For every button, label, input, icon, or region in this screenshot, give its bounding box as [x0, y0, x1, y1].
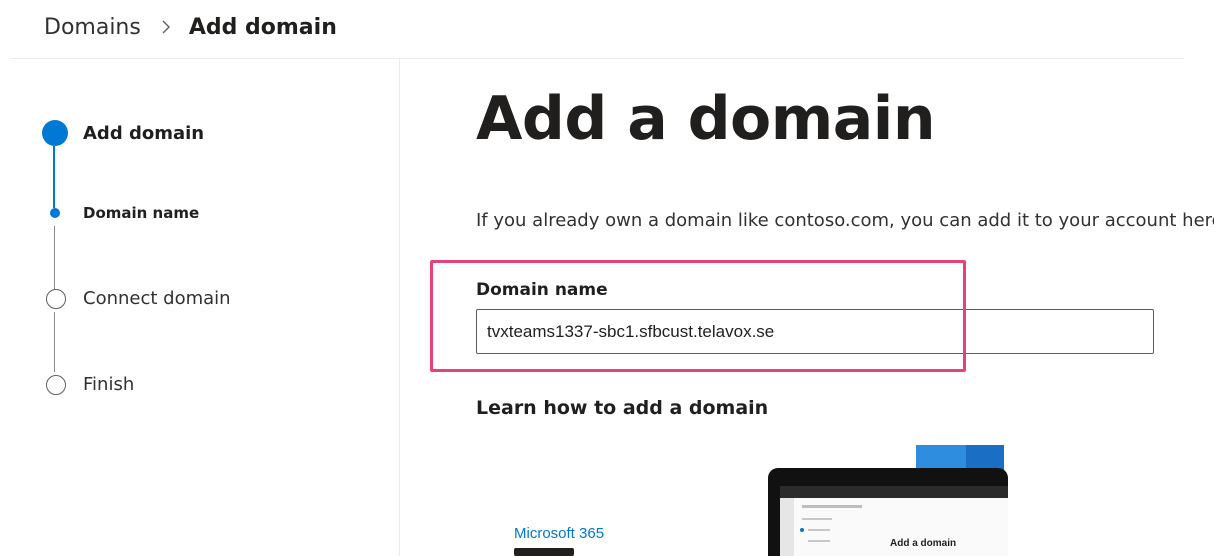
sidebar-divider: [399, 58, 400, 556]
page: Domains Add domain Add domain Domain nam…: [0, 0, 1214, 556]
step-domain-name[interactable]: Domain name: [40, 204, 199, 222]
video-thumbnail[interactable]: Add a domain: [768, 468, 1008, 556]
domain-name-input[interactable]: [476, 309, 1154, 354]
step-add-domain[interactable]: Add domain: [40, 120, 204, 146]
intro-text: If you already own a domain like contoso…: [476, 210, 1214, 231]
step-completed-icon: [42, 120, 68, 146]
step-pending-icon: [46, 374, 66, 395]
page-title: Add a domain: [476, 84, 936, 154]
step-finish[interactable]: Finish: [40, 374, 134, 395]
domain-name-label: Domain name: [476, 280, 608, 300]
step-connect-domain[interactable]: Connect domain: [40, 288, 231, 309]
step-label: Domain name: [83, 204, 200, 222]
video-screen-title: Add a domain: [890, 538, 957, 549]
step-label: Finish: [83, 374, 135, 395]
step-connector: [54, 312, 55, 372]
chevron-right-icon: [162, 20, 170, 34]
learn-section-title: Learn how to add a domain: [476, 397, 769, 419]
step-label: Add domain: [83, 122, 205, 144]
wizard-stepper: Add domain Domain name Connect domain Fi…: [40, 118, 380, 418]
step-connector: [54, 226, 55, 292]
breadcrumb-current: Add domain: [188, 14, 337, 40]
breadcrumb: Domains Add domain: [44, 12, 337, 42]
breadcrumb-domains-link[interactable]: Domains: [44, 15, 141, 40]
video-brand-label: Microsoft 365: [514, 525, 605, 542]
step-label: Connect domain: [83, 288, 231, 309]
main-content: Add a domain If you already own a domain…: [476, 0, 1214, 556]
step-connector-active: [53, 146, 55, 208]
step-current-icon: [50, 208, 60, 218]
step-pending-icon: [46, 288, 66, 309]
video-brand-subtitle: [514, 548, 574, 556]
